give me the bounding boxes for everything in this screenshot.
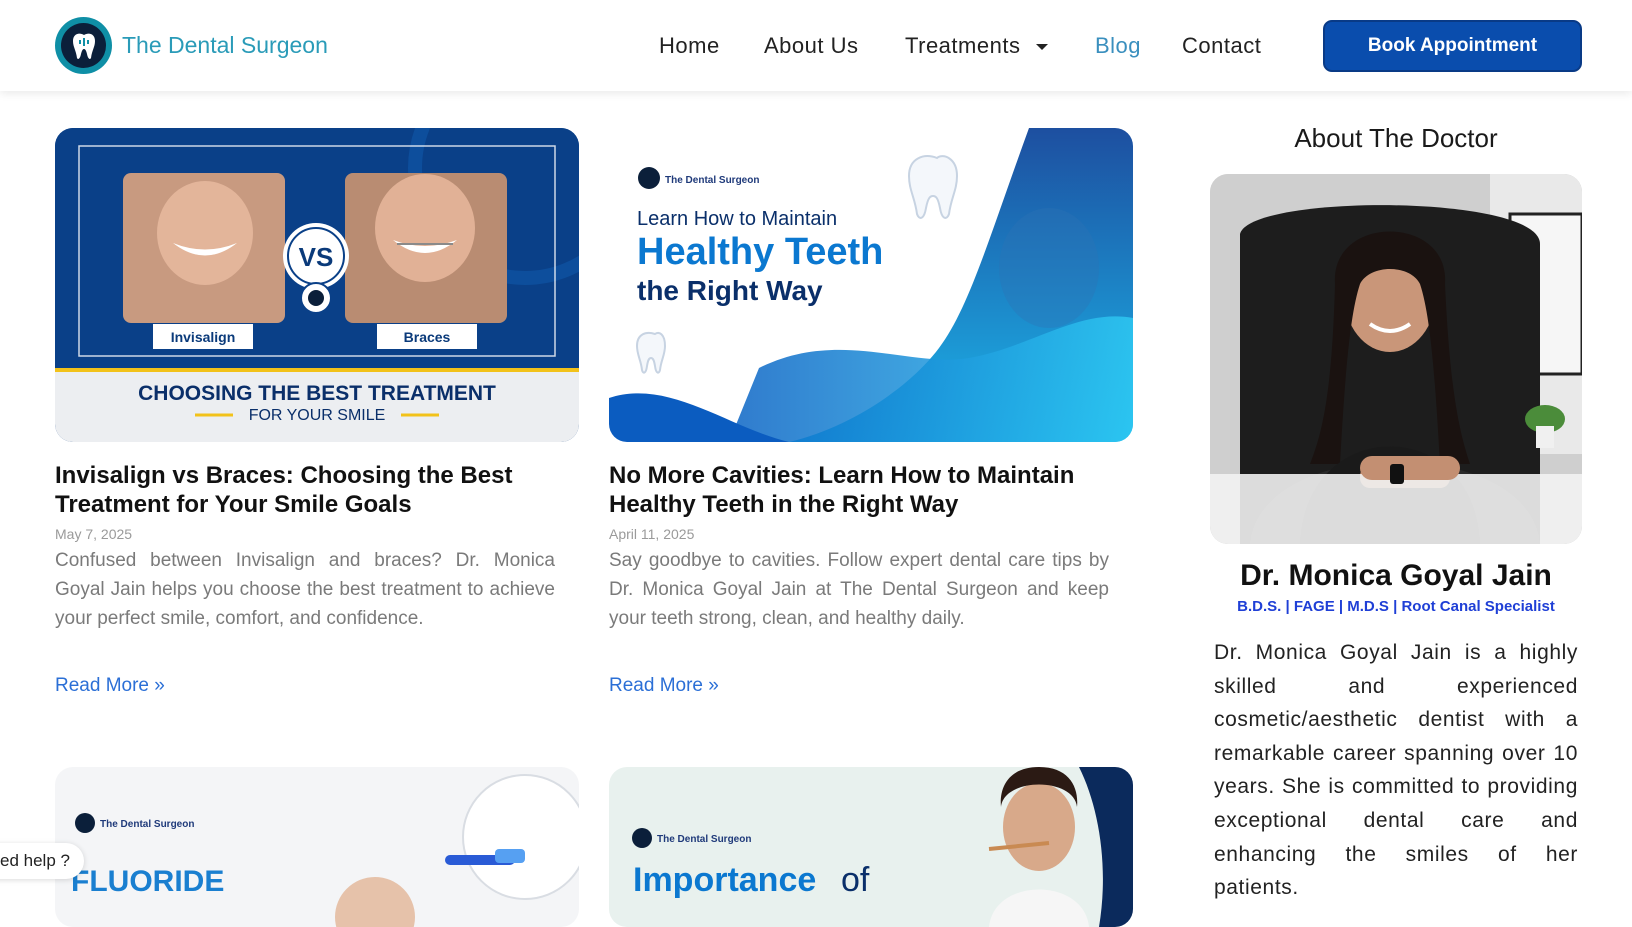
importance-graphic: The Dental Surgeon Importance of — [632, 767, 1133, 927]
image-headline-a: Importance — [633, 861, 816, 899]
post-thumbnail-importance[interactable]: The Dental Surgeon Importance of — [609, 767, 1133, 927]
image-line3: the Right Way — [637, 275, 823, 306]
image-brand: The Dental Surgeon — [657, 834, 751, 845]
vs-label: VS — [299, 242, 334, 272]
need-help-button[interactable]: ed help ? — [0, 843, 84, 879]
nav-home[interactable]: Home — [659, 33, 720, 59]
post-title[interactable]: No More Cavities: Learn How to Maintain … — [609, 461, 1119, 519]
braces-label: Braces — [404, 329, 451, 345]
image-headline: FLUORIDE — [71, 865, 224, 898]
image-brand: The Dental Surgeon — [665, 175, 759, 186]
doctor-name: Dr. Monica Goyal Jain — [1240, 559, 1552, 592]
doctor-bio: Dr. Monica Goyal Jain is a highly skille… — [1214, 641, 1578, 900]
image-line1: Learn How to Maintain — [637, 208, 837, 230]
image-line2: Healthy Teeth — [637, 231, 883, 273]
post-title[interactable]: Invisalign vs Braces: Choosing the Best … — [55, 461, 555, 519]
nav-blog[interactable]: Blog — [1095, 33, 1141, 59]
image-brand: The Dental Surgeon — [100, 819, 194, 830]
image-subheadline: FOR YOUR SMILE — [249, 407, 386, 424]
post-excerpt: Say goodbye to cavities. Follow expert d… — [609, 550, 1109, 629]
post-excerpt: Confused between Invisalign and braces? … — [55, 550, 555, 629]
sidebar-title: About The Doctor — [1294, 123, 1498, 153]
post-date: April 11, 2025 — [609, 526, 695, 542]
post-thumbnail-invisalign-vs-braces[interactable]: VS Invisalign Braces CHOOSING THE BEST T… — [55, 128, 579, 442]
nav-about-us[interactable]: About Us — [764, 33, 859, 59]
fluoride-graphic: The Dental Surgeon FLUORIDE — [71, 774, 579, 927]
post-thumbnail-fluoride[interactable]: The Dental Surgeon FLUORIDE — [55, 767, 579, 927]
invisalign-label: Invisalign — [171, 329, 236, 345]
invisalign-vs-braces-graphic: VS Invisalign Braces CHOOSING THE BEST T… — [55, 128, 579, 442]
read-more-link[interactable]: Read More » — [55, 675, 165, 697]
main-nav: Home About Us Treatments Blog Contact — [0, 29, 1300, 63]
read-more-link[interactable]: Read More » — [609, 675, 719, 697]
image-headline: CHOOSING THE BEST TREATMENT — [138, 382, 496, 405]
nav-treatments-label: Treatments — [905, 33, 1021, 58]
post-date: May 7, 2025 — [55, 526, 133, 542]
doctor-credentials: B.D.S. | FAGE | M.D.S | Root Canal Speci… — [1237, 598, 1555, 615]
post-thumbnail-healthy-teeth[interactable]: The Dental Surgeon Learn How to Maintain… — [609, 128, 1133, 442]
image-headline-b: of — [841, 861, 870, 899]
caret-down-icon — [1036, 44, 1049, 51]
doctor-photo — [1210, 174, 1582, 544]
book-appointment-button[interactable]: Book Appointment — [1323, 20, 1582, 72]
site-header: The Dental Surgeon Home About Us Treatme… — [0, 0, 1632, 91]
nav-contact[interactable]: Contact — [1182, 33, 1261, 59]
healthy-teeth-graphic: The Dental Surgeon Learn How to Maintain… — [609, 128, 1133, 442]
nav-treatments[interactable]: Treatments — [905, 33, 1049, 59]
